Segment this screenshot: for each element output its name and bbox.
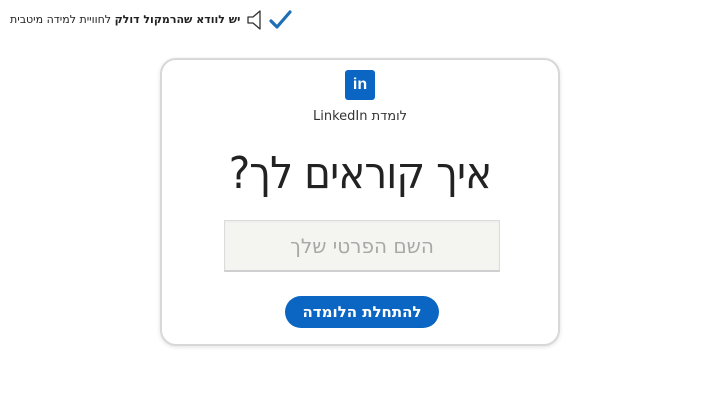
first-name-input[interactable] [224, 220, 500, 272]
speaker-notice-bold: יש לוודא שהרמקול דולק [114, 13, 241, 26]
page: יש לוודא שהרמקול דולק לחוויית למידה מיטב… [0, 0, 720, 405]
speaker-notice-regular: לחוויית למידה מיטבית [10, 13, 112, 26]
headline: איך קוראים לך? [228, 148, 492, 199]
check-icon [268, 8, 292, 32]
speaker-notice: יש לוודא שהרמקול דולק לחוויית למידה מיטב… [10, 8, 292, 32]
linkedin-logo-icon: in [345, 70, 375, 100]
speaker-icon [246, 8, 266, 32]
brand-label: לומדת LinkedIn [312, 109, 408, 124]
welcome-card: in לומדת LinkedIn איך קוראים לך? להתחלת … [160, 58, 560, 346]
speaker-notice-text: יש לוודא שהרמקול דולק לחוויית למידה מיטב… [10, 8, 240, 32]
start-course-button[interactable]: להתחלת הלומדה [285, 296, 439, 328]
